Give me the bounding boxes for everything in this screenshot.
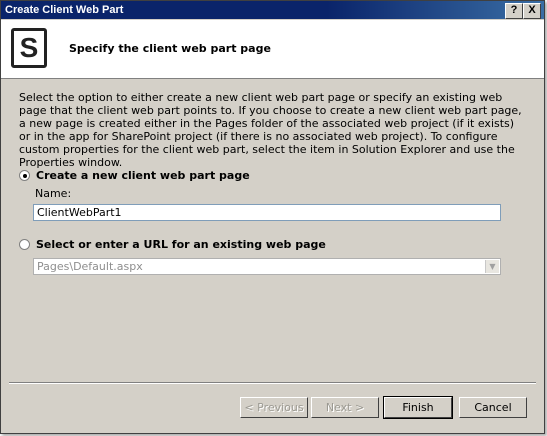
description-text: Select the option to either create a new… [19,91,522,169]
sharepoint-logo-icon: S [11,28,47,68]
wizard-header: S Specify the client web part page [1,20,544,79]
finish-button[interactable]: Finish [383,396,453,419]
cancel-button[interactable]: Cancel [459,397,527,418]
close-button[interactable]: X [523,3,541,19]
page-title: Specify the client web part page [69,42,271,55]
create-new-page-radio[interactable] [19,170,30,181]
url-combobox[interactable]: Pages\Default.aspx ▼ [33,258,501,275]
logo-letter: S [19,32,39,63]
next-button[interactable]: Next > [311,397,379,418]
title-bar[interactable]: Create Client Web Part ? X [1,1,544,19]
dialog-window: Create Client Web Part ? X S Specify the… [0,0,545,434]
footer-separator [9,382,536,384]
existing-page-radio[interactable] [19,239,30,250]
chevron-down-icon[interactable]: ▼ [485,260,499,273]
create-new-page-label[interactable]: Create a new client web part page [36,169,250,182]
previous-button[interactable]: < Previous [240,397,308,418]
url-value: Pages\Default.aspx [37,260,143,273]
help-button[interactable]: ? [505,3,523,19]
name-label: Name: [35,187,72,200]
window-title: Create Client Web Part [5,4,124,16]
name-input[interactable]: ClientWebPart1 [33,204,501,221]
existing-page-label[interactable]: Select or enter a URL for an existing we… [36,238,326,251]
